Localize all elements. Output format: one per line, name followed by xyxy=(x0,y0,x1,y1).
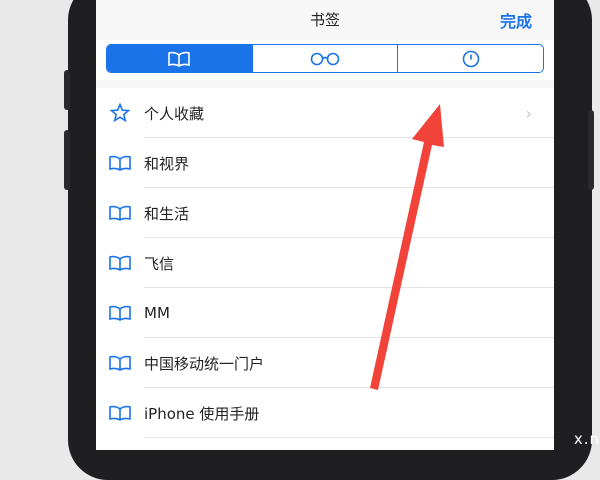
list-item-label: MM xyxy=(144,304,170,322)
nav-bar: 书签 完成 xyxy=(96,0,554,40)
clock-icon xyxy=(462,50,479,67)
segmented-control xyxy=(106,44,544,73)
watermark: x.n xyxy=(573,430,600,448)
tab-history[interactable] xyxy=(397,45,543,72)
list-item-label: 飞信 xyxy=(144,254,175,273)
chevron-right-icon: › xyxy=(525,104,532,123)
safari-bookmarks-screen: 书签 完成 个人收藏 › 和视界 和生活 飞信 MM 中国移动统一门户 iPho… xyxy=(96,0,554,450)
tab-reading-list[interactable] xyxy=(251,45,398,72)
segment-divider xyxy=(96,80,554,88)
bookmark-folder-favorites[interactable]: 个人收藏 › xyxy=(96,88,554,138)
page-title: 书签 xyxy=(309,11,340,29)
list-item[interactable]: 中国移动统一门户 xyxy=(96,338,554,388)
bookmark-list: 个人收藏 › 和视界 和生活 飞信 MM 中国移动统一门户 iPhone 使用手… xyxy=(96,88,554,438)
book-icon xyxy=(109,405,131,421)
done-button[interactable]: 完成 xyxy=(500,8,532,32)
list-item-label: 和视界 xyxy=(144,154,190,173)
list-item[interactable]: 和视界 xyxy=(96,138,554,188)
list-item[interactable]: MM xyxy=(96,288,554,338)
list-item-label: 个人收藏 xyxy=(144,104,205,123)
book-icon xyxy=(168,51,191,67)
list-item[interactable]: iPhone 使用手册 xyxy=(96,388,554,438)
book-icon xyxy=(109,355,131,371)
list-item-label: 和生活 xyxy=(144,204,190,223)
list-item-label: iPhone 使用手册 xyxy=(144,404,260,423)
book-icon xyxy=(109,255,131,271)
list-item[interactable]: 飞信 xyxy=(96,238,554,288)
reading-glasses-icon xyxy=(310,52,340,65)
side-button xyxy=(588,110,594,190)
side-button xyxy=(64,70,70,110)
tab-bookmarks[interactable] xyxy=(107,45,252,72)
book-icon xyxy=(109,155,131,171)
book-icon xyxy=(109,305,131,321)
list-item-label: 中国移动统一门户 xyxy=(144,354,265,373)
side-button xyxy=(64,130,70,190)
star-icon xyxy=(109,102,131,123)
book-icon xyxy=(109,205,131,221)
list-item[interactable]: 和生活 xyxy=(96,188,554,238)
